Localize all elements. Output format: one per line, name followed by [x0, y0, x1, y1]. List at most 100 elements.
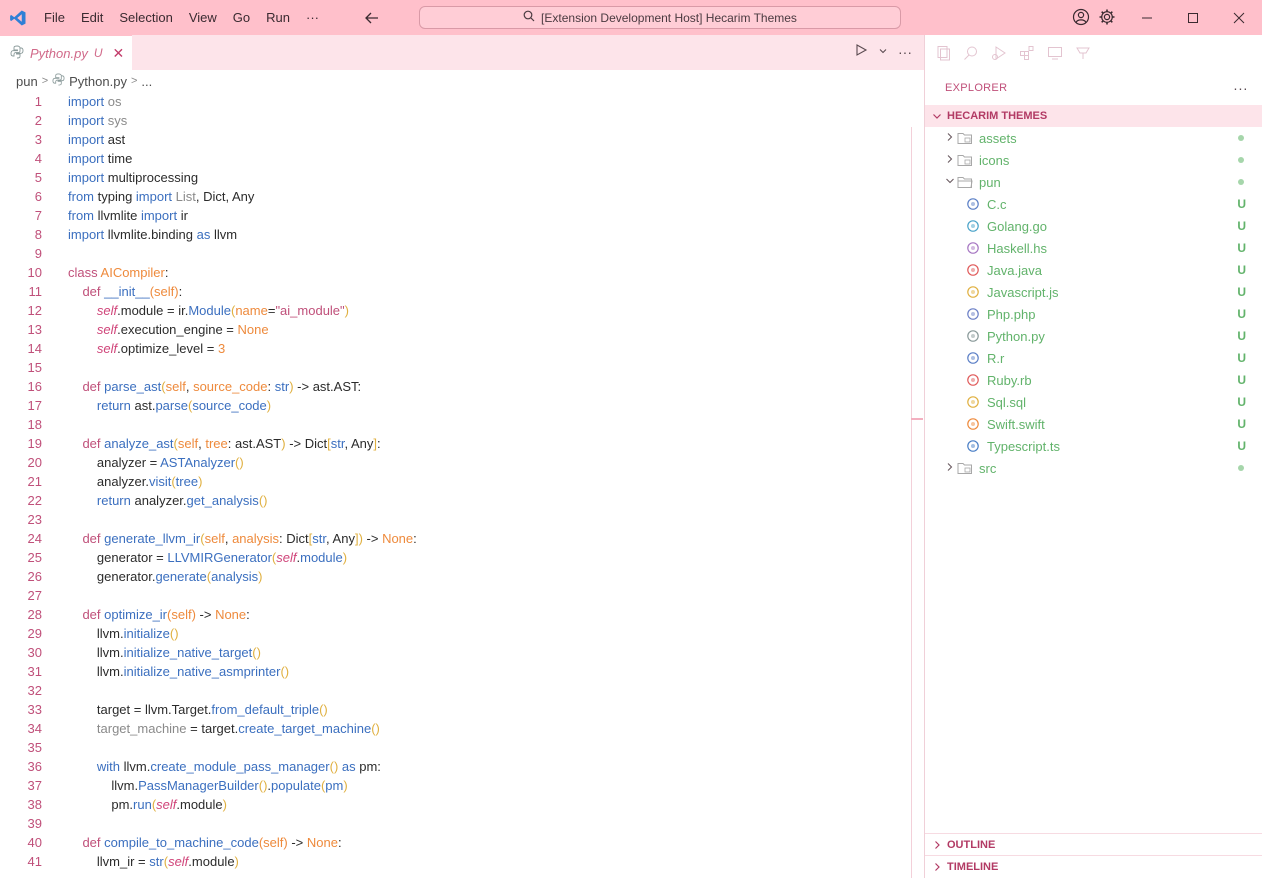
- tree-file[interactable]: Typescript.ts U: [925, 435, 1262, 457]
- code-token: ): [344, 303, 349, 318]
- line-number: 41: [27, 854, 42, 869]
- close-icon[interactable]: ✕: [113, 45, 125, 62]
- code-token: None: [237, 322, 269, 337]
- tree-file[interactable]: C.c U: [925, 193, 1262, 215]
- code-token: import: [68, 170, 105, 185]
- code-line: 9: [0, 244, 912, 263]
- code-text: import multiprocessing: [42, 168, 198, 187]
- workspace-section-header[interactable]: HECARIM THEMES: [925, 105, 1262, 127]
- tree-file[interactable]: Haskell.hs U: [925, 237, 1262, 259]
- command-center[interactable]: [Extension Development Host] Hecarim The…: [419, 6, 901, 29]
- line-number: 18: [27, 417, 42, 432]
- run-icon[interactable]: [854, 43, 868, 60]
- code-token: create_module_pass_manager: [150, 759, 330, 774]
- minimize-icon[interactable]: [1124, 0, 1170, 35]
- code-text: self.module = ir.Module(name="ai_module"…: [42, 301, 349, 320]
- menu-item[interactable]: Edit: [73, 0, 111, 35]
- code-token: def: [82, 835, 101, 850]
- run-debug-icon[interactable]: [991, 45, 1007, 61]
- close-window-icon[interactable]: [1216, 0, 1262, 35]
- menu-item[interactable]: Go: [225, 0, 258, 35]
- code-token: ast.: [130, 398, 156, 413]
- code-line: 22 return analyzer.get_analysis(): [0, 491, 912, 510]
- timeline-section-header[interactable]: TIMELINE: [925, 855, 1262, 877]
- tree-file[interactable]: Golang.go U: [925, 215, 1262, 237]
- java-file-icon: [965, 262, 981, 278]
- tree-file[interactable]: Sql.sql U: [925, 391, 1262, 413]
- git-status-badge: U: [1237, 417, 1246, 431]
- remote-explorer-icon[interactable]: [1047, 45, 1063, 61]
- tree-file[interactable]: Java.java U: [925, 259, 1262, 281]
- code-token: generator =: [68, 550, 168, 565]
- chevron-right-icon[interactable]: [943, 132, 957, 145]
- code-token: analyze_ast: [104, 436, 174, 451]
- more-actions-icon[interactable]: ···: [1233, 80, 1248, 96]
- gear-icon[interactable]: [1098, 8, 1116, 29]
- code-token: (): [235, 455, 244, 470]
- tree-folder-src[interactable]: src: [925, 457, 1262, 479]
- line-number: 21: [27, 474, 42, 489]
- menu-item[interactable]: View: [181, 0, 225, 35]
- tree-file[interactable]: Ruby.rb U: [925, 369, 1262, 391]
- code-line: 30 llvm.initialize_native_target(): [0, 643, 912, 662]
- code-token: None: [306, 835, 338, 850]
- menu-item[interactable]: File: [36, 0, 73, 35]
- menu-item[interactable]: Selection: [111, 0, 180, 35]
- tree-folder-pun[interactable]: pun: [925, 171, 1262, 193]
- tree-file[interactable]: Php.php U: [925, 303, 1262, 325]
- view-switcher: [925, 35, 1262, 70]
- code-token: , Dict, Any: [195, 189, 255, 204]
- tab-python-py[interactable]: Python.py U ✕: [0, 35, 133, 70]
- tree-file[interactable]: Javascript.js U: [925, 281, 1262, 303]
- code-token: create_target_machine: [238, 721, 372, 736]
- line-number: 14: [27, 341, 42, 356]
- code-token: import: [68, 132, 105, 147]
- tree-file[interactable]: Python.py U: [925, 325, 1262, 347]
- menu-item[interactable]: ···: [298, 0, 327, 35]
- code-token: optimize_ir: [104, 607, 168, 622]
- account-icon[interactable]: [1072, 8, 1090, 29]
- breadcrumb-more[interactable]: ...: [141, 74, 152, 89]
- code-text: import ast: [42, 130, 125, 149]
- code-line: 40 def compile_to_machine_code(self) -> …: [0, 833, 912, 852]
- files-icon[interactable]: [935, 45, 951, 61]
- swift-file-icon: [965, 416, 981, 432]
- code-token: llvm_ir =: [68, 854, 150, 869]
- scrollbar-track[interactable]: [911, 127, 912, 878]
- code-editor[interactable]: 1 import os 2 import sys 3 import ast 4 import …: [0, 92, 912, 878]
- code-token: Module: [188, 303, 231, 318]
- maximize-icon[interactable]: [1170, 0, 1216, 35]
- chevron-down-icon: [933, 114, 941, 119]
- code-text: def optimize_ir(self) -> None:: [42, 605, 249, 624]
- code-line: 28 def optimize_ir(self) -> None:: [0, 605, 912, 624]
- source-control-icon[interactable]: [1075, 45, 1091, 61]
- breadcrumb-folder[interactable]: pun: [16, 74, 38, 89]
- more-actions-icon[interactable]: ···: [898, 44, 912, 60]
- breadcrumb-file[interactable]: Python.py: [69, 74, 127, 89]
- outline-section-header[interactable]: OUTLINE: [925, 833, 1262, 855]
- code-token: import: [140, 208, 178, 223]
- code-line: 8 import llvmlite.binding as llvm: [0, 225, 912, 244]
- tree-folder-assets[interactable]: assets: [925, 127, 1262, 149]
- tree-file[interactable]: R.r U: [925, 347, 1262, 369]
- chevron-right-icon[interactable]: [943, 154, 957, 167]
- code-token: initialize_native_target: [123, 645, 253, 660]
- back-arrow-icon[interactable]: [362, 8, 382, 28]
- code-token: os: [107, 94, 122, 109]
- chevron-down-icon[interactable]: [943, 176, 957, 189]
- chevron-right-icon[interactable]: [943, 462, 957, 475]
- code-token: target = llvm.Target.: [68, 702, 212, 717]
- extensions-icon[interactable]: [1019, 45, 1035, 61]
- menu-item[interactable]: Run: [258, 0, 298, 35]
- tree-file[interactable]: Swift.swift U: [925, 413, 1262, 435]
- tree-folder-icons[interactable]: icons: [925, 149, 1262, 171]
- code-text: self.execution_engine = None: [42, 320, 269, 339]
- search-icon[interactable]: [963, 45, 979, 61]
- code-line: 21 analyzer.visit(tree): [0, 472, 912, 491]
- vscode-logo-icon[interactable]: [0, 0, 36, 35]
- git-status-badge: U: [1237, 329, 1246, 343]
- code-token: AICompiler: [100, 265, 165, 280]
- chevron-down-icon[interactable]: [878, 44, 888, 59]
